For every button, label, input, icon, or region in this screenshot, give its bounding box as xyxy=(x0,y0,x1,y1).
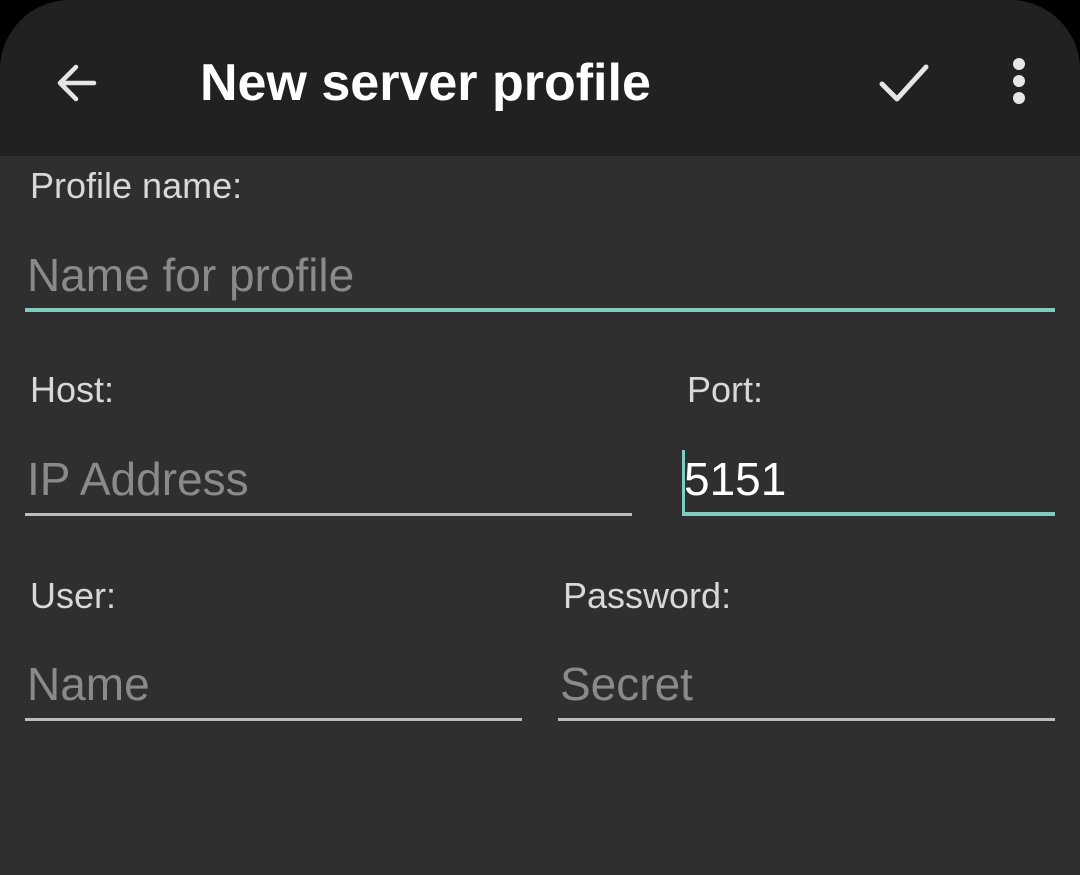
more-vert-icon xyxy=(1013,58,1025,104)
host-input[interactable] xyxy=(25,446,632,512)
save-button[interactable] xyxy=(862,40,946,124)
user-input[interactable] xyxy=(25,651,522,717)
host-field-container xyxy=(25,446,632,516)
password-input[interactable] xyxy=(558,651,1055,717)
password-label: Password: xyxy=(563,575,732,616)
arrow-left-icon xyxy=(57,64,97,102)
profile-name-field-container xyxy=(25,242,1055,312)
user-field-container xyxy=(25,651,522,721)
port-input[interactable] xyxy=(682,446,1055,512)
screen: New server profile Profile name: Host: P… xyxy=(0,0,1080,875)
back-button[interactable] xyxy=(36,42,118,124)
profile-name-input[interactable] xyxy=(25,242,1055,308)
profile-name-label: Profile name: xyxy=(30,165,243,206)
check-icon xyxy=(879,64,929,102)
page-title: New server profile xyxy=(200,54,651,112)
app-bar: New server profile xyxy=(0,0,1080,156)
host-label: Host: xyxy=(30,369,115,410)
password-field-container xyxy=(558,651,1055,721)
text-caret xyxy=(682,450,685,512)
overflow-menu-button[interactable] xyxy=(988,40,1050,124)
port-label: Port: xyxy=(687,369,764,410)
port-field-container xyxy=(682,446,1055,516)
user-label: User: xyxy=(30,575,117,616)
